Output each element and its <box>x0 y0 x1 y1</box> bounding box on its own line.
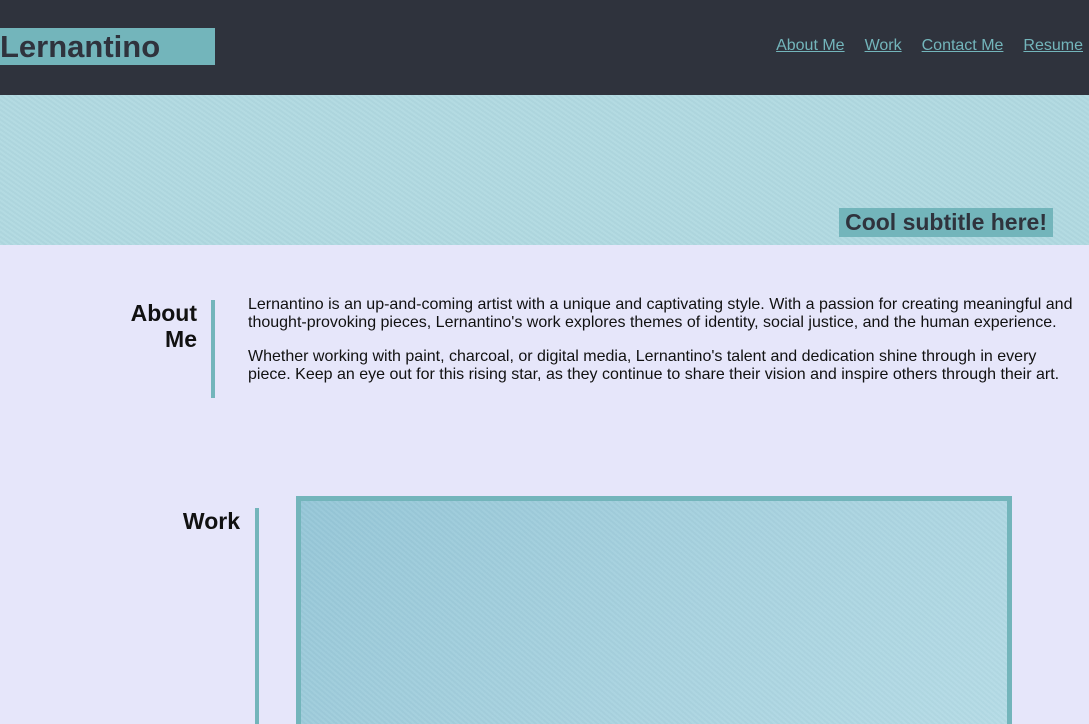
nav-link-resume[interactable]: Resume <box>1023 36 1083 56</box>
about-divider <box>211 300 215 398</box>
work-featured-image[interactable] <box>296 496 1012 724</box>
nav-link-work[interactable]: Work <box>865 36 902 56</box>
hero-banner: Cool subtitle here! <box>0 95 1089 245</box>
site-header: Lernantino About Me Work Contact Me Resu… <box>0 0 1089 95</box>
nav-link-about-me[interactable]: About Me <box>776 36 844 56</box>
site-brand: Lernantino <box>0 28 215 65</box>
main-nav: About Me Work Contact Me Resume <box>776 36 1083 56</box>
work-heading: Work <box>182 508 240 534</box>
about-heading-line2: Me <box>165 326 197 352</box>
about-heading-line1: About <box>130 300 197 326</box>
about-heading: About Me <box>100 300 197 352</box>
about-paragraph: Whether working with paint, charcoal, or… <box>248 348 1060 383</box>
about-paragraph: Lernantino is an up-and-coming artist wi… <box>248 296 1073 331</box>
nav-link-contact-me[interactable]: Contact Me <box>922 36 1004 56</box>
work-divider <box>255 508 259 724</box>
about-text: Lernantino is an up-and-coming artist wi… <box>248 296 1078 400</box>
hero-subtitle: Cool subtitle here! <box>839 208 1053 237</box>
